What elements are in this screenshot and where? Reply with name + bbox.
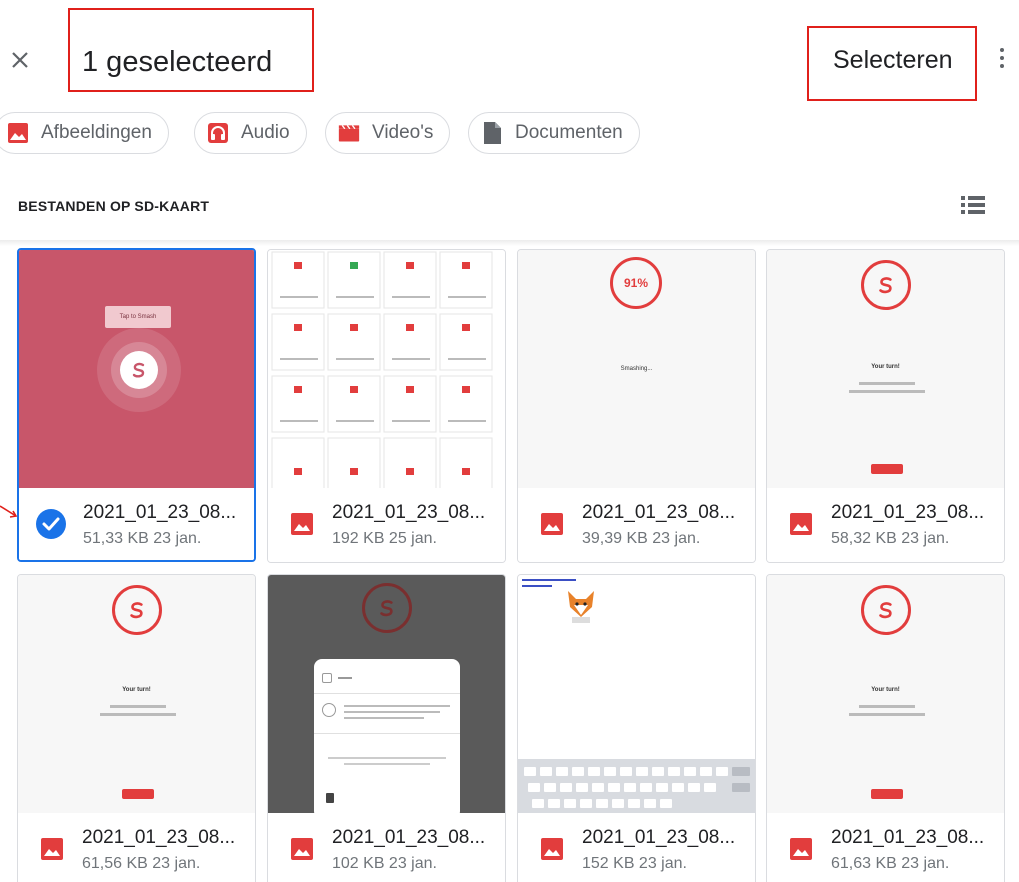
file-tile[interactable]: 91% Smashing... 2021_01_23_08... 39,39 K…	[517, 249, 756, 563]
file-name: 2021_01_23_08...	[83, 502, 237, 523]
select-button-label: Selecteren	[833, 46, 953, 74]
chip-images-label: Afbeeldingen	[41, 122, 152, 143]
app-logo-icon	[362, 583, 412, 633]
file-info: 2021_01_23_08... 192 KB 25 jan.	[268, 488, 505, 562]
thumbnail-caption: Smashing...	[620, 366, 653, 372]
image-file-icon	[540, 512, 564, 536]
top-app-bar: 1 geselecteerd Selecteren	[0, 0, 1019, 108]
chip-audio-label: Audio	[241, 122, 290, 143]
thumbnail-keyboard	[518, 759, 755, 813]
image-file-icon	[540, 837, 564, 861]
headphones-icon	[207, 122, 229, 144]
title-highlight-box: 1 geselecteerd	[68, 8, 314, 92]
file-tile[interactable]: Tap to Smash 2021_01_23_08... 51,33 KB 2…	[17, 248, 256, 562]
file-info: 2021_01_23_08... 58,32 KB 23 jan.	[767, 488, 1004, 562]
file-tile[interactable]: 2021_01_23_08... 152 KB 23 jan.	[517, 574, 756, 882]
chip-documents-label: Documenten	[515, 122, 623, 143]
image-file-icon	[290, 512, 314, 536]
thumbnail-caption: Your turn!	[871, 687, 900, 693]
image-file-icon	[290, 837, 314, 861]
file-thumbnail: Your turn!	[18, 575, 255, 813]
file-thumbnail: Your turn!	[767, 575, 1004, 813]
file-thumbnail	[268, 250, 505, 488]
file-thumbnail: Your turn!	[767, 250, 1004, 488]
file-meta: 51,33 KB 23 jan.	[83, 530, 202, 547]
section-title: BESTANDEN OP SD-KAART	[18, 198, 210, 214]
progress-percent: 91%	[623, 276, 649, 290]
file-info: 2021_01_23_08... 39,39 KB 23 jan.	[518, 488, 755, 562]
thumbnail-file-grid	[271, 251, 493, 488]
file-info: 2021_01_23_08... 51,33 KB 23 jan.	[19, 488, 254, 560]
select-button[interactable]: Selecteren	[807, 26, 977, 101]
thumbnail-red-button	[122, 789, 154, 799]
file-name: 2021_01_23_08...	[831, 827, 985, 848]
file-info: 2021_01_23_08... 61,63 KB 23 jan.	[767, 813, 1004, 882]
file-meta: 152 KB 23 jan.	[582, 855, 687, 872]
image-file-icon	[40, 837, 64, 861]
image-icon	[7, 122, 29, 144]
chip-documents[interactable]: Documenten	[468, 112, 640, 154]
file-name: 2021_01_23_08...	[332, 827, 486, 848]
thumbnail-red-button	[871, 464, 903, 474]
checkmark-circle-icon[interactable]	[35, 508, 67, 540]
app-logo-icon	[120, 351, 158, 389]
clapperboard-icon	[338, 122, 360, 144]
file-meta: 58,32 KB 23 jan.	[831, 530, 950, 547]
file-meta: 192 KB 25 jan.	[332, 530, 437, 547]
thumbnail-caption: Your turn!	[122, 687, 151, 693]
thumbnail-caption: Your turn!	[871, 364, 900, 370]
more-options-icon[interactable]	[990, 46, 1014, 74]
progress-ring: 91%	[610, 257, 662, 309]
file-meta: 61,63 KB 23 jan.	[831, 855, 950, 872]
close-icon[interactable]	[6, 46, 34, 74]
app-logo-icon	[861, 260, 911, 310]
fox-sticker-icon	[564, 587, 598, 625]
file-tile[interactable]: 2021_01_23_08... 192 KB 25 jan.	[267, 249, 506, 563]
app-logo-icon	[112, 585, 162, 635]
file-thumbnail: 91% Smashing...	[518, 250, 755, 488]
chip-videos-label: Video's	[372, 122, 434, 143]
file-tile[interactable]: Your turn! 2021_01_23_08... 61,63 KB 23 …	[766, 574, 1005, 882]
file-name: 2021_01_23_08...	[582, 502, 736, 523]
file-tile[interactable]: Your turn! 2021_01_23_08... 61,56 KB 23 …	[17, 574, 256, 882]
thumbnail-tooltip: Tap to Smash	[105, 306, 171, 328]
file-thumbnail	[268, 575, 505, 813]
file-meta: 61,56 KB 23 jan.	[82, 855, 201, 872]
file-thumbnail: Tap to Smash	[19, 250, 254, 488]
app-logo-icon	[861, 585, 911, 635]
file-name: 2021_01_23_08...	[831, 502, 985, 523]
file-name: 2021_01_23_08...	[582, 827, 736, 848]
annotation-arrow-icon	[0, 500, 18, 524]
image-file-icon	[789, 512, 813, 536]
selection-count-title: 1 geselecteerd	[82, 46, 273, 78]
file-name: 2021_01_23_08...	[332, 502, 486, 523]
file-meta: 39,39 KB 23 jan.	[582, 530, 701, 547]
file-meta: 102 KB 23 jan.	[332, 855, 437, 872]
thumbnail-dialog-sheet	[314, 659, 460, 813]
file-tile[interactable]: Your turn! 2021_01_23_08... 58,32 KB 23 …	[766, 249, 1005, 563]
file-name: 2021_01_23_08...	[82, 827, 236, 848]
chip-images[interactable]: Afbeeldingen	[0, 112, 169, 154]
chip-videos[interactable]: Video's	[325, 112, 451, 154]
document-icon	[481, 122, 503, 144]
list-view-icon[interactable]	[960, 194, 986, 216]
file-info: 2021_01_23_08... 102 KB 23 jan.	[268, 813, 505, 882]
image-file-icon	[789, 837, 813, 861]
file-info: 2021_01_23_08... 152 KB 23 jan.	[518, 813, 755, 882]
file-thumbnail	[518, 575, 755, 813]
section-divider	[0, 240, 1019, 246]
file-tile[interactable]: 2021_01_23_08... 102 KB 23 jan.	[267, 574, 506, 882]
chip-audio[interactable]: Audio	[194, 112, 307, 154]
thumbnail-red-button	[871, 789, 903, 799]
file-info: 2021_01_23_08... 61,56 KB 23 jan.	[18, 813, 255, 882]
category-chips: Afbeeldingen Audio Video's Documenten	[0, 112, 1019, 154]
